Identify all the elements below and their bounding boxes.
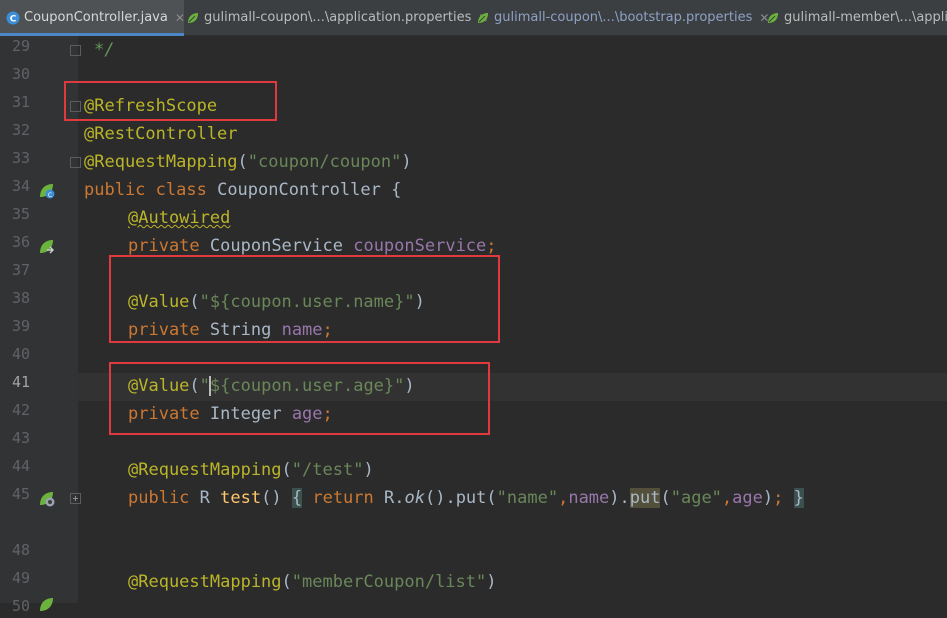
code-line: @RestController [84, 124, 238, 144]
spring-autowired-icon[interactable] [38, 238, 54, 254]
line-number: 49 [11, 569, 30, 587]
line-number: 36 [11, 233, 30, 251]
tab-label: gulimall-coupon\...\application.properti… [204, 10, 472, 25]
editor-tab-bar: C CouponController.java ✕ gulimall-coupo… [0, 0, 947, 36]
line-number: 29 [11, 37, 30, 55]
code-line: private CouponService couponService; [128, 236, 497, 256]
code-line: @Value("${coupon.user.age}") [128, 376, 415, 396]
line-number: 35 [11, 205, 30, 223]
code-line: */ [94, 40, 115, 60]
line-number: 32 [11, 121, 30, 139]
line-number: 40 [11, 345, 30, 363]
line-number: 45 [11, 485, 30, 503]
code-line: private String name; [128, 320, 333, 340]
fold-marker-icon[interactable] [70, 101, 81, 112]
tab-label: gulimall-member\...\applicat [784, 10, 947, 25]
spring-leaf-icon [766, 11, 780, 25]
fold-marker-icon[interactable] [70, 45, 81, 56]
line-number-current: 41 [11, 373, 30, 391]
line-number: 34 [11, 177, 30, 195]
line-number: 44 [11, 457, 30, 475]
code-line: public class CouponController { [84, 180, 402, 200]
tab-coupon-controller[interactable]: C CouponController.java ✕ [0, 0, 185, 36]
line-number: 48 [11, 541, 30, 559]
fold-marker-icon[interactable] [70, 157, 81, 168]
line-number: 50 [11, 597, 30, 615]
line-number: 33 [11, 149, 30, 167]
line-number: 39 [11, 317, 30, 335]
fold-expand-icon[interactable] [70, 493, 81, 504]
svg-text:C: C [10, 14, 17, 24]
code-line: @RequestMapping("memberCoupon/list") [128, 572, 497, 592]
code-line: private Integer age; [128, 404, 333, 424]
line-number: 43 [11, 429, 30, 447]
tab-coupon-bootstrap-properties[interactable]: gulimall-coupon\...\bootstrap.properties… [470, 0, 769, 35]
java-class-icon: C [6, 11, 20, 25]
code-line: public R test() { return R.ok().put("nam… [128, 488, 804, 508]
spring-leaf-icon[interactable] [38, 596, 54, 612]
code-line: @RequestMapping("/test") [128, 460, 374, 480]
tab-member-application[interactable]: gulimall-member\...\applicat [760, 0, 947, 35]
svg-text:C: C [48, 192, 52, 199]
spring-leaf-icon [476, 11, 490, 25]
line-number: 37 [11, 261, 30, 279]
code-line: @Value("${coupon.user.name}") [128, 292, 425, 312]
line-number: 30 [11, 65, 30, 83]
line-number: 38 [11, 289, 30, 307]
code-line: @Autowired [128, 208, 231, 228]
tab-label: CouponController.java [24, 10, 168, 25]
spring-leaf-icon [186, 11, 200, 25]
line-number: 31 [11, 93, 30, 111]
spring-bean-icon[interactable]: C [38, 182, 55, 199]
code-line: @RefreshScope [84, 96, 218, 116]
tab-coupon-application-properties[interactable]: gulimall-coupon\...\application.properti… [180, 0, 488, 35]
tab-label: gulimall-coupon\...\bootstrap.properties [494, 10, 753, 25]
line-number: 42 [11, 401, 30, 419]
code-line: @RequestMapping("coupon/coupon") [84, 152, 412, 172]
spring-request-mapping-icon[interactable] [38, 490, 55, 507]
